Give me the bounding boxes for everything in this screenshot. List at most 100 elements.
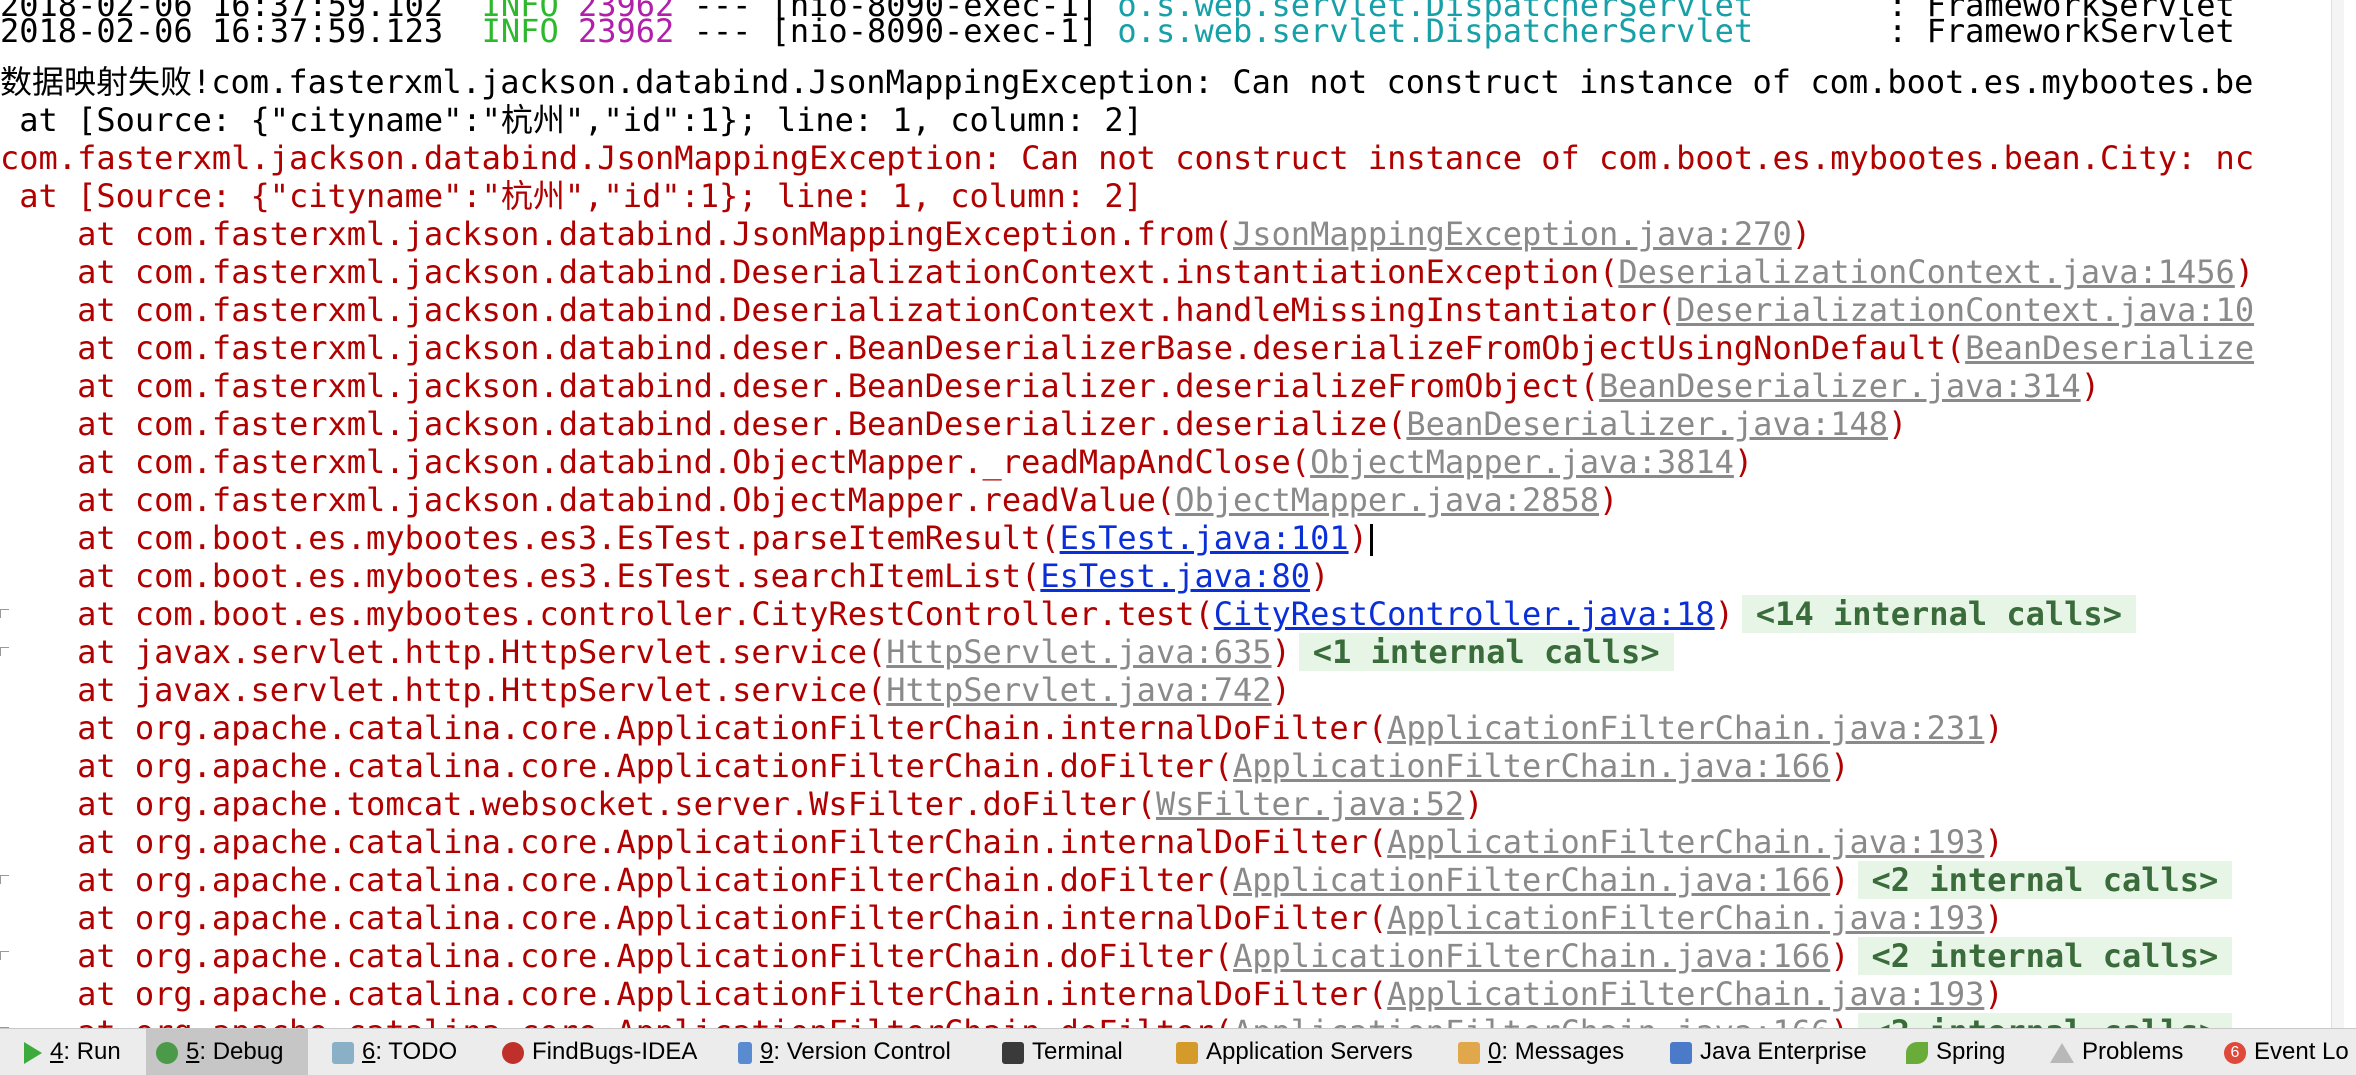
stack-frame: at org.apache.catalina.core.ApplicationF… (0, 709, 2004, 747)
internal-calls-fold[interactable]: <2 internal calls> (1857, 861, 2233, 899)
stack-frame: at com.fasterxml.jackson.databind.JsonMa… (0, 215, 1811, 253)
frame-method: at org.apache.tomcat.websocket.server.Ws… (0, 785, 1156, 823)
source-link[interactable]: JsonMappingException.java:270 (1233, 215, 1792, 253)
frame-method: at org.apache.catalina.core.ApplicationF… (0, 1013, 1233, 1028)
vertical-scrollbar[interactable] (2331, 0, 2344, 1028)
frame-method: at com.fasterxml.jackson.databind.JsonMa… (0, 215, 1233, 253)
frame-suffix: ) (1464, 785, 1484, 823)
internal-calls-fold[interactable]: <1 internal calls> (1298, 633, 1674, 671)
messages-icon (1458, 1041, 1480, 1064)
text-cursor (1369, 524, 1373, 556)
mapping-failed-message: 数据映射失败!com.fasterxml.jackson.databind.Js… (0, 63, 2254, 101)
log-timestamp: 2018-02-06 16:37:59.123 (0, 12, 444, 50)
internal-calls-fold[interactable]: <2 internal calls> (1857, 937, 2233, 975)
frame-method: at org.apache.catalina.core.ApplicationF… (0, 709, 1388, 747)
source-link[interactable]: ApplicationFilterChain.java:193 (1387, 975, 1984, 1013)
source-link[interactable]: ObjectMapper.java:3814 (1310, 443, 1734, 481)
console-output[interactable]: 2018-02-06 16:37:59.102 INFO 23962 --- [… (0, 0, 2344, 1028)
source-link[interactable]: ApplicationFilterChain.java:193 (1387, 899, 1984, 937)
log-separator: --- (693, 12, 752, 50)
source-link[interactable]: ApplicationFilterChain.java:166 (1233, 937, 1830, 975)
frame-method: at org.apache.catalina.core.ApplicationF… (0, 823, 1388, 861)
application-servers-tool-button[interactable]: Application Servers (1166, 1029, 1423, 1075)
exception-header: com.fasterxml.jackson.databind.JsonMappi… (0, 139, 2255, 177)
source-link[interactable]: WsFilter.java:52 (1156, 785, 1464, 823)
frame-method: at com.boot.es.mybootes.es3.EsTest.parse… (0, 519, 1060, 557)
source-link[interactable]: DeserializationContext.java:1456 (1618, 253, 2235, 291)
log-message: : FrameworkServlet (1888, 12, 2235, 50)
source-link[interactable]: BeanDeserialize (1965, 329, 2254, 367)
debug-tool-button[interactable]: 5: Debug (146, 1029, 308, 1075)
stack-frame: at com.boot.es.mybootes.es3.EsTest.parse… (0, 519, 1373, 557)
source-location: at [Source: {"cityname":"杭州","id":1}; li… (0, 101, 1143, 139)
frame-suffix: ) (1791, 215, 1811, 253)
frame-method: at com.boot.es.mybootes.es3.EsTest.searc… (0, 557, 1041, 595)
stack-frame: at org.apache.tomcat.websocket.server.Ws… (0, 785, 1483, 823)
stack-frame: at com.fasterxml.jackson.databind.deser.… (0, 329, 2254, 367)
frame-suffix: ) (1830, 1013, 1849, 1028)
frame-method: at javax.servlet.http.HttpServlet.servic… (0, 633, 887, 671)
log-logger: o.s.web.servlet.DispatcherServlet (1117, 12, 1754, 50)
internal-calls-fold[interactable]: <14 internal calls> (1741, 595, 2136, 633)
frame-method: at org.apache.catalina.core.ApplicationF… (0, 861, 1233, 899)
spring-tool-button[interactable]: Spring (1896, 1029, 2015, 1075)
log-pid: 23962 (577, 12, 675, 50)
stack-frame: at com.fasterxml.jackson.databind.Deseri… (0, 253, 2254, 291)
frame-suffix: ) (1984, 975, 2004, 1013)
source-link[interactable]: EsTest.java:101 (1060, 519, 1349, 557)
stack-frame: at org.apache.catalina.core.ApplicationF… (0, 747, 1850, 785)
frame-method: at com.fasterxml.jackson.databind.Object… (0, 443, 1311, 481)
problems-tool-button[interactable]: Problems (2040, 1029, 2193, 1075)
terminal-tool-button[interactable]: Terminal (992, 1029, 1133, 1075)
frame-method: at org.apache.catalina.core.ApplicationF… (0, 975, 1388, 1013)
source-link[interactable]: CityRestController.java:18 (1214, 595, 1715, 633)
source-link[interactable]: EsTest.java:80 (1040, 557, 1310, 595)
frame-suffix: ) (1310, 557, 1330, 595)
source-link[interactable]: ApplicationFilterChain.java:193 (1387, 823, 1984, 861)
source-link[interactable]: HttpServlet.java:742 (886, 671, 1271, 709)
stack-frame: at com.boot.es.mybootes.es3.EsTest.searc… (0, 557, 1329, 595)
source-link[interactable]: HttpServlet.java:635 (886, 633, 1271, 671)
frame-suffix: ) (1271, 671, 1291, 709)
frame-method: at com.fasterxml.jackson.databind.deser.… (0, 329, 1966, 367)
bug-icon (156, 1041, 178, 1064)
log-line: 2018-02-06 16:37:59.123 INFO 23962 --- [… (0, 12, 2235, 50)
frame-suffix: ) (1271, 633, 1291, 671)
todo-tool-button[interactable]: 6: TODO (322, 1029, 467, 1075)
source-link[interactable]: DeserializationContext.java:10 (1676, 291, 2254, 329)
findbugs-tool-button[interactable]: FindBugs-IDEA (492, 1029, 707, 1075)
frame-suffix: ) (1984, 823, 2004, 861)
frame-suffix: ) (1348, 519, 1368, 557)
frame-method: at org.apache.catalina.core.ApplicationF… (0, 747, 1233, 785)
stack-frame: at com.fasterxml.jackson.databind.Object… (0, 481, 1618, 519)
source-link[interactable]: ApplicationFilterChain.java:231 (1387, 709, 1984, 747)
frame-method: at com.fasterxml.jackson.databind.Object… (0, 481, 1176, 519)
event-log-tool-button[interactable]: 6 Event Lo (2214, 1029, 2356, 1075)
frame-method: at org.apache.catalina.core.ApplicationF… (0, 937, 1233, 975)
frame-method: at javax.servlet.http.HttpServlet.servic… (0, 671, 887, 709)
version-control-tool-button[interactable]: 9: Version Control (728, 1029, 961, 1075)
source-link[interactable]: ObjectMapper.java:2858 (1175, 481, 1599, 519)
frame-suffix: ) (2080, 367, 2100, 405)
frame-suffix: ) (1984, 709, 2004, 747)
internal-calls-fold[interactable]: <2 internal calls> (1857, 1013, 2233, 1028)
stack-frame: at javax.servlet.http.HttpServlet.servic… (0, 633, 1674, 671)
server-icon (1176, 1041, 1198, 1064)
source-link[interactable]: ApplicationFilterChain.java:166 (1233, 747, 1830, 785)
stack-frame: at com.fasterxml.jackson.databind.Object… (0, 443, 1753, 481)
branch-icon (738, 1041, 752, 1064)
source-link[interactable]: BeanDeserializer.java:314 (1599, 367, 2081, 405)
spring-leaf-icon (1906, 1041, 1928, 1064)
source-link[interactable]: ApplicationFilterChain.java:166 (1233, 1013, 1830, 1028)
stack-frame: at javax.servlet.http.HttpServlet.servic… (0, 671, 1291, 709)
run-tool-button[interactable]: 4: Run (14, 1029, 131, 1075)
messages-tool-button[interactable]: 0: Messages (1448, 1029, 1634, 1075)
source-link[interactable]: ApplicationFilterChain.java:166 (1233, 861, 1830, 899)
source-link[interactable]: BeanDeserializer.java:148 (1406, 405, 1888, 443)
tool-window-bar: 4: Run 5: Debug 6: TODO FindBugs-IDEA 9:… (0, 1028, 2356, 1075)
java-enterprise-tool-button[interactable]: Java Enterprise (1660, 1029, 1877, 1075)
frame-suffix: ) (1888, 405, 1908, 443)
frame-suffix: ) (1830, 747, 1850, 785)
stack-frame: at org.apache.catalina.core.ApplicationF… (0, 1013, 2233, 1028)
frame-method: at com.fasterxml.jackson.databind.Deseri… (0, 253, 1619, 291)
